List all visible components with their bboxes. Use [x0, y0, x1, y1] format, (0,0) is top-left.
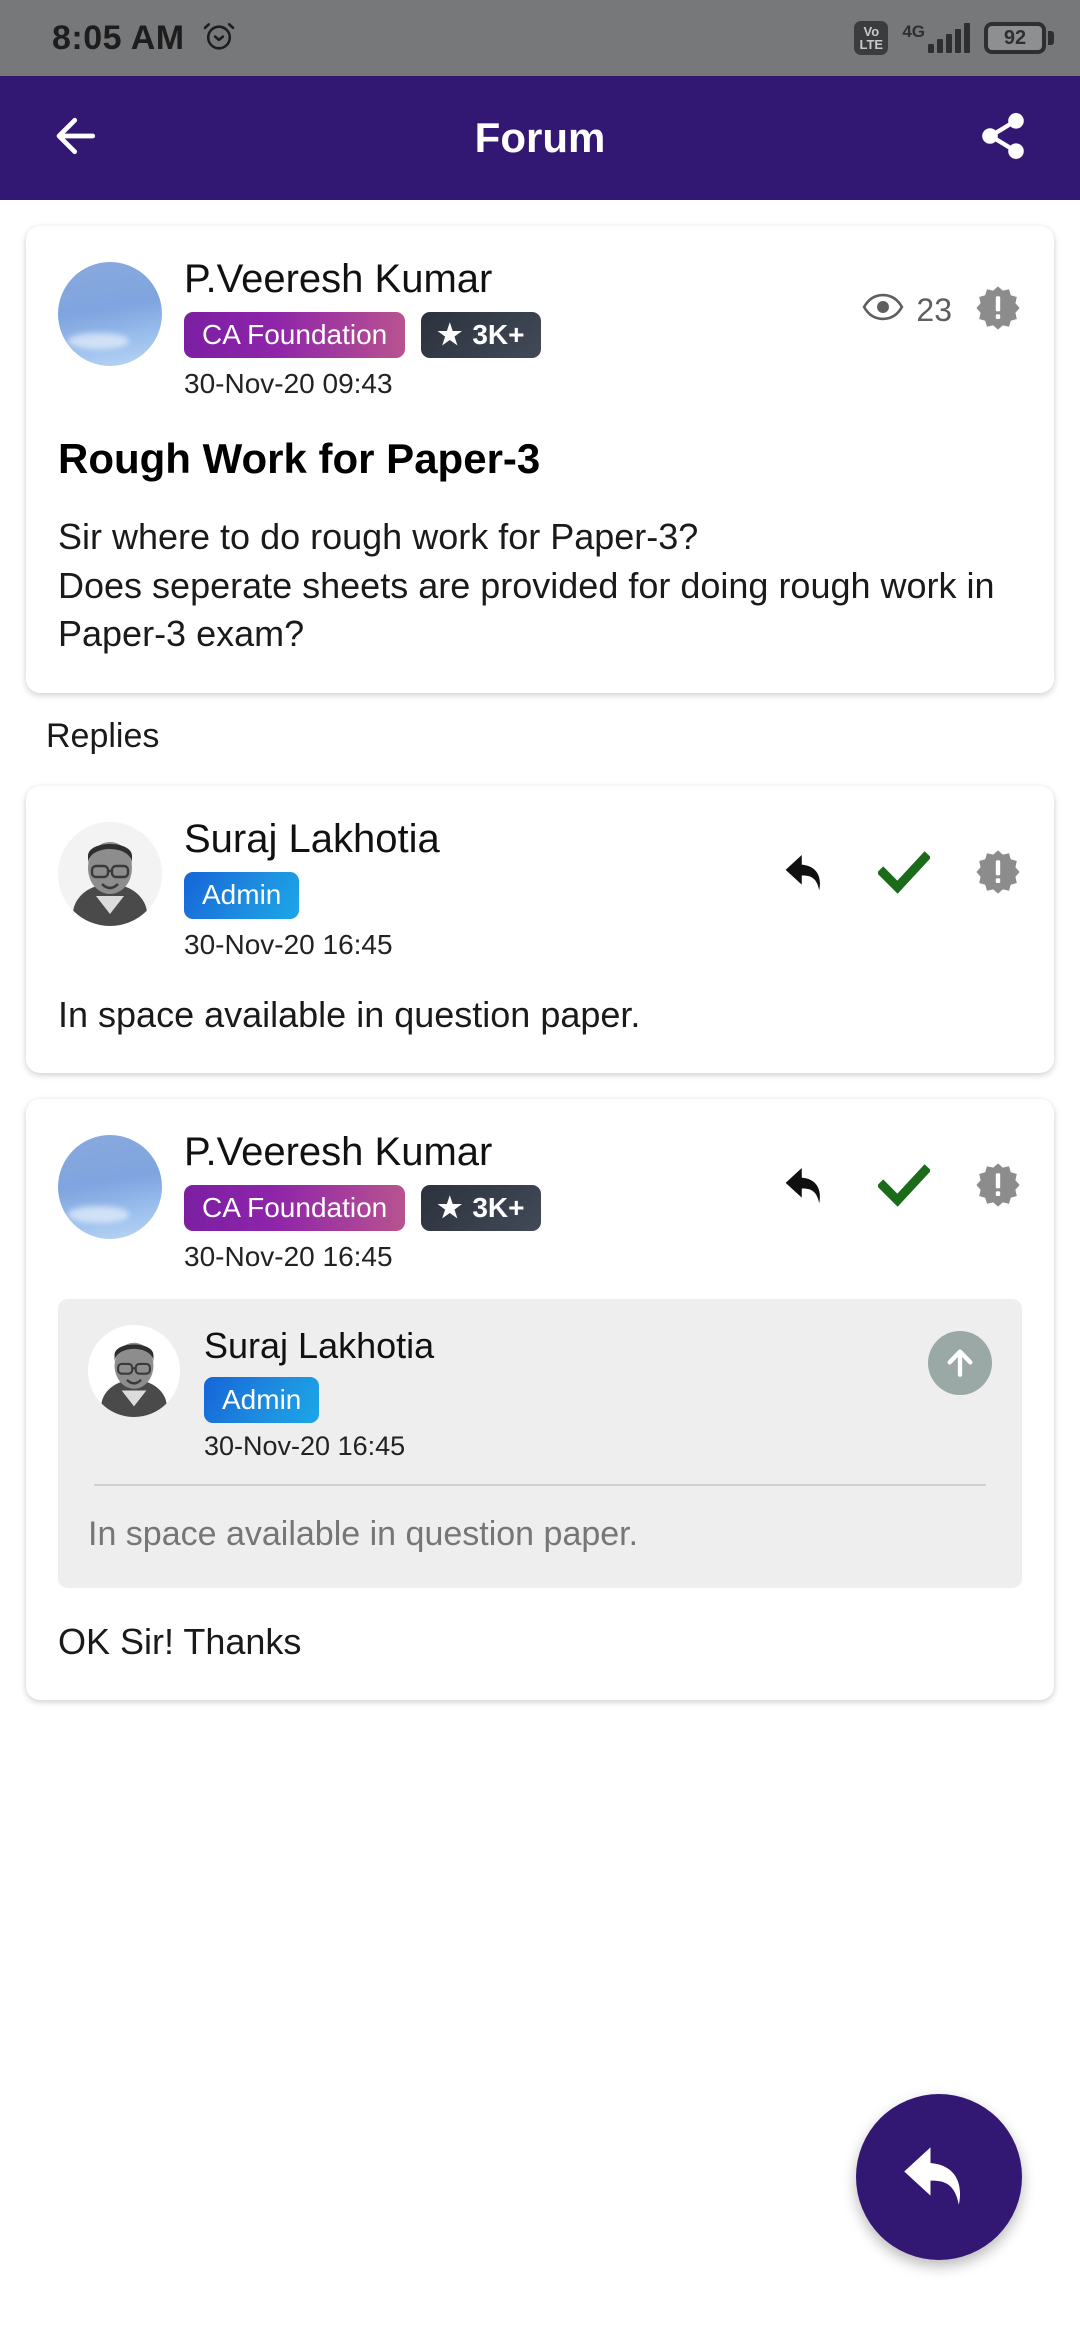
volte-icon: Vo LTE	[854, 21, 888, 55]
avatar[interactable]	[58, 1135, 162, 1239]
battery-icon: 92	[984, 22, 1054, 54]
author-name: P.Veeresh Kumar	[184, 256, 848, 302]
divider	[94, 1484, 986, 1486]
reply-body: In space available in question paper.	[58, 991, 1022, 1040]
post-meta-actions: 23	[848, 284, 1022, 337]
badge-row: Admin	[204, 1377, 928, 1423]
signal-bars-icon	[928, 23, 970, 53]
avatar-photo	[58, 822, 162, 926]
share-button[interactable]	[968, 103, 1038, 173]
avatar[interactable]	[58, 262, 162, 366]
report-icon[interactable]	[974, 284, 1022, 337]
author-name: Suraj Lakhotia	[184, 816, 766, 862]
reply-card[interactable]: Suraj Lakhotia Admin 30-Nov-20 16:45	[26, 786, 1054, 1073]
author-name: Suraj Lakhotia	[204, 1325, 928, 1366]
points-badge: ★ 3K+	[421, 312, 540, 358]
post-author-block: P.Veeresh Kumar CA Foundation ★ 3K+ 30-N…	[184, 256, 848, 400]
post-timestamp: 30-Nov-20 09:43	[184, 368, 848, 400]
status-bar: 8:05 AM Vo LTE 4G	[0, 0, 1080, 76]
course-badge: CA Foundation	[184, 312, 405, 358]
points-badge: ★ 3K+	[421, 1185, 540, 1231]
reply-arrow-icon	[896, 2136, 982, 2219]
replies-label: Replies	[26, 693, 1054, 760]
reply-author-block: P.Veeresh Kumar CA Foundation ★ 3K+ 30-N…	[184, 1129, 766, 1273]
avatar[interactable]	[88, 1325, 180, 1417]
course-badge: CA Foundation	[184, 1185, 405, 1231]
report-icon[interactable]	[974, 1161, 1022, 1214]
star-icon: ★	[437, 321, 462, 349]
volte-bottom-label: LTE	[860, 38, 884, 51]
back-arrow-icon	[50, 109, 104, 168]
author-name: P.Veeresh Kumar	[184, 1129, 766, 1175]
quoted-text: In space available in question paper.	[88, 1512, 992, 1558]
reply-timestamp: 30-Nov-20 16:45	[184, 929, 766, 961]
post-body-line-1: Sir where to do rough work for Paper-3?	[58, 513, 1022, 562]
quoted-author-block: Suraj Lakhotia Admin 30-Nov-20 16:45	[204, 1325, 928, 1462]
role-badge: Admin	[184, 872, 299, 918]
reply-arrow-icon[interactable]	[780, 848, 834, 901]
status-bar-right: Vo LTE 4G 92	[854, 21, 1054, 55]
avatar-photo	[88, 1325, 180, 1417]
eye-icon	[862, 292, 904, 330]
battery-level-label: 92	[1004, 28, 1026, 48]
reply-actions	[766, 1161, 1022, 1214]
back-button[interactable]	[42, 103, 112, 173]
quoted-message-header: Suraj Lakhotia Admin 30-Nov-20 16:45	[88, 1325, 992, 1462]
network-indicator: 4G	[902, 23, 970, 53]
views-counter: 23	[862, 292, 952, 330]
points-badge-label: 3K+	[472, 319, 524, 351]
reply-author-block: Suraj Lakhotia Admin 30-Nov-20 16:45	[184, 816, 766, 960]
badge-row: CA Foundation ★ 3K+	[184, 1185, 766, 1231]
quoted-timestamp: 30-Nov-20 16:45	[204, 1431, 928, 1462]
star-icon: ★	[437, 1194, 462, 1222]
network-type-label: 4G	[902, 23, 925, 40]
share-icon	[977, 110, 1029, 167]
screen: 8:05 AM Vo LTE 4G	[0, 0, 1080, 2340]
check-icon[interactable]	[878, 849, 930, 900]
views-count: 23	[916, 292, 952, 329]
post-title: Rough Work for Paper-3	[58, 434, 1022, 484]
page-title: Forum	[0, 114, 1080, 162]
report-icon[interactable]	[974, 848, 1022, 901]
reply-body: OK Sir! Thanks	[58, 1618, 1022, 1667]
reply-fab[interactable]	[856, 2094, 1022, 2260]
reply-arrow-icon[interactable]	[780, 1161, 834, 1214]
avatar[interactable]	[58, 822, 162, 926]
post-body-line-2: Does seperate sheets are provided for do…	[58, 562, 1022, 660]
reply-actions	[766, 848, 1022, 901]
role-badge: Admin	[204, 1377, 319, 1423]
original-post-card[interactable]: P.Veeresh Kumar CA Foundation ★ 3K+ 30-N…	[26, 226, 1054, 693]
content-area: P.Veeresh Kumar CA Foundation ★ 3K+ 30-N…	[0, 226, 1080, 1700]
badge-row: CA Foundation ★ 3K+	[184, 312, 848, 358]
alarm-clock-icon	[201, 18, 237, 59]
badge-row: Admin	[184, 872, 766, 918]
check-icon[interactable]	[878, 1162, 930, 1213]
quoted-message[interactable]: Suraj Lakhotia Admin 30-Nov-20 16:45 In …	[58, 1299, 1022, 1587]
points-badge-label: 3K+	[472, 1192, 524, 1224]
arrow-up-circle-icon[interactable]	[928, 1331, 992, 1395]
status-time: 8:05 AM	[52, 19, 185, 58]
status-bar-left: 8:05 AM	[52, 18, 237, 59]
post-header: P.Veeresh Kumar CA Foundation ★ 3K+ 30-N…	[58, 256, 1022, 400]
reply-header: Suraj Lakhotia Admin 30-Nov-20 16:45	[58, 816, 1022, 960]
reply-card[interactable]: P.Veeresh Kumar CA Foundation ★ 3K+ 30-N…	[26, 1099, 1054, 1700]
post-body: Sir where to do rough work for Paper-3? …	[58, 513, 1022, 660]
app-bar: Forum	[0, 76, 1080, 200]
reply-header: P.Veeresh Kumar CA Foundation ★ 3K+ 30-N…	[58, 1129, 1022, 1273]
reply-timestamp: 30-Nov-20 16:45	[184, 1241, 766, 1273]
